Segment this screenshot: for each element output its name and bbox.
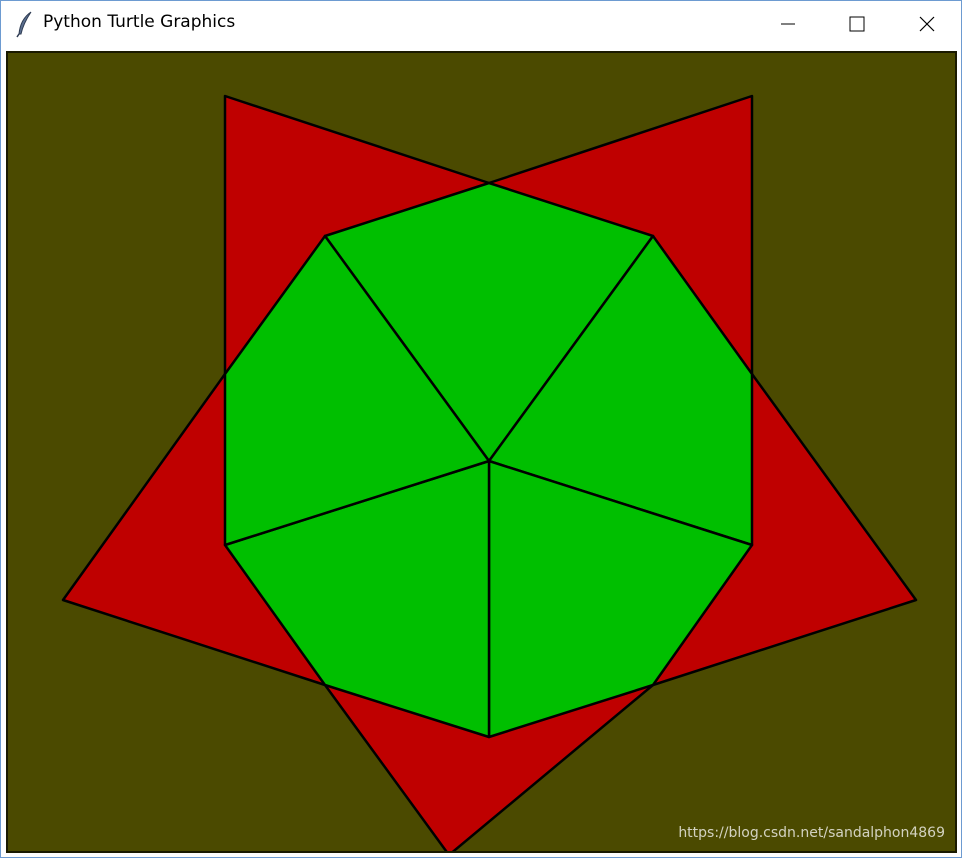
title-bar[interactable]: Python Turtle Graphics — [1, 1, 961, 47]
window-title: Python Turtle Graphics — [43, 12, 236, 32]
close-icon — [919, 16, 935, 32]
turtle-canvas[interactable]: https://blog.csdn.net/sandalphon4869 — [6, 51, 957, 853]
maximize-button[interactable] — [821, 1, 891, 47]
feather-icon — [14, 10, 36, 38]
minimize-button[interactable] — [753, 1, 823, 47]
close-button[interactable] — [892, 1, 962, 47]
drawing-surface — [8, 53, 955, 851]
turtle-window: Python Turtle Graphics https://blog.csdn… — [0, 0, 962, 858]
maximize-icon — [849, 16, 865, 32]
minimize-icon — [781, 23, 795, 25]
watermark-text: https://blog.csdn.net/sandalphon4869 — [678, 825, 945, 841]
